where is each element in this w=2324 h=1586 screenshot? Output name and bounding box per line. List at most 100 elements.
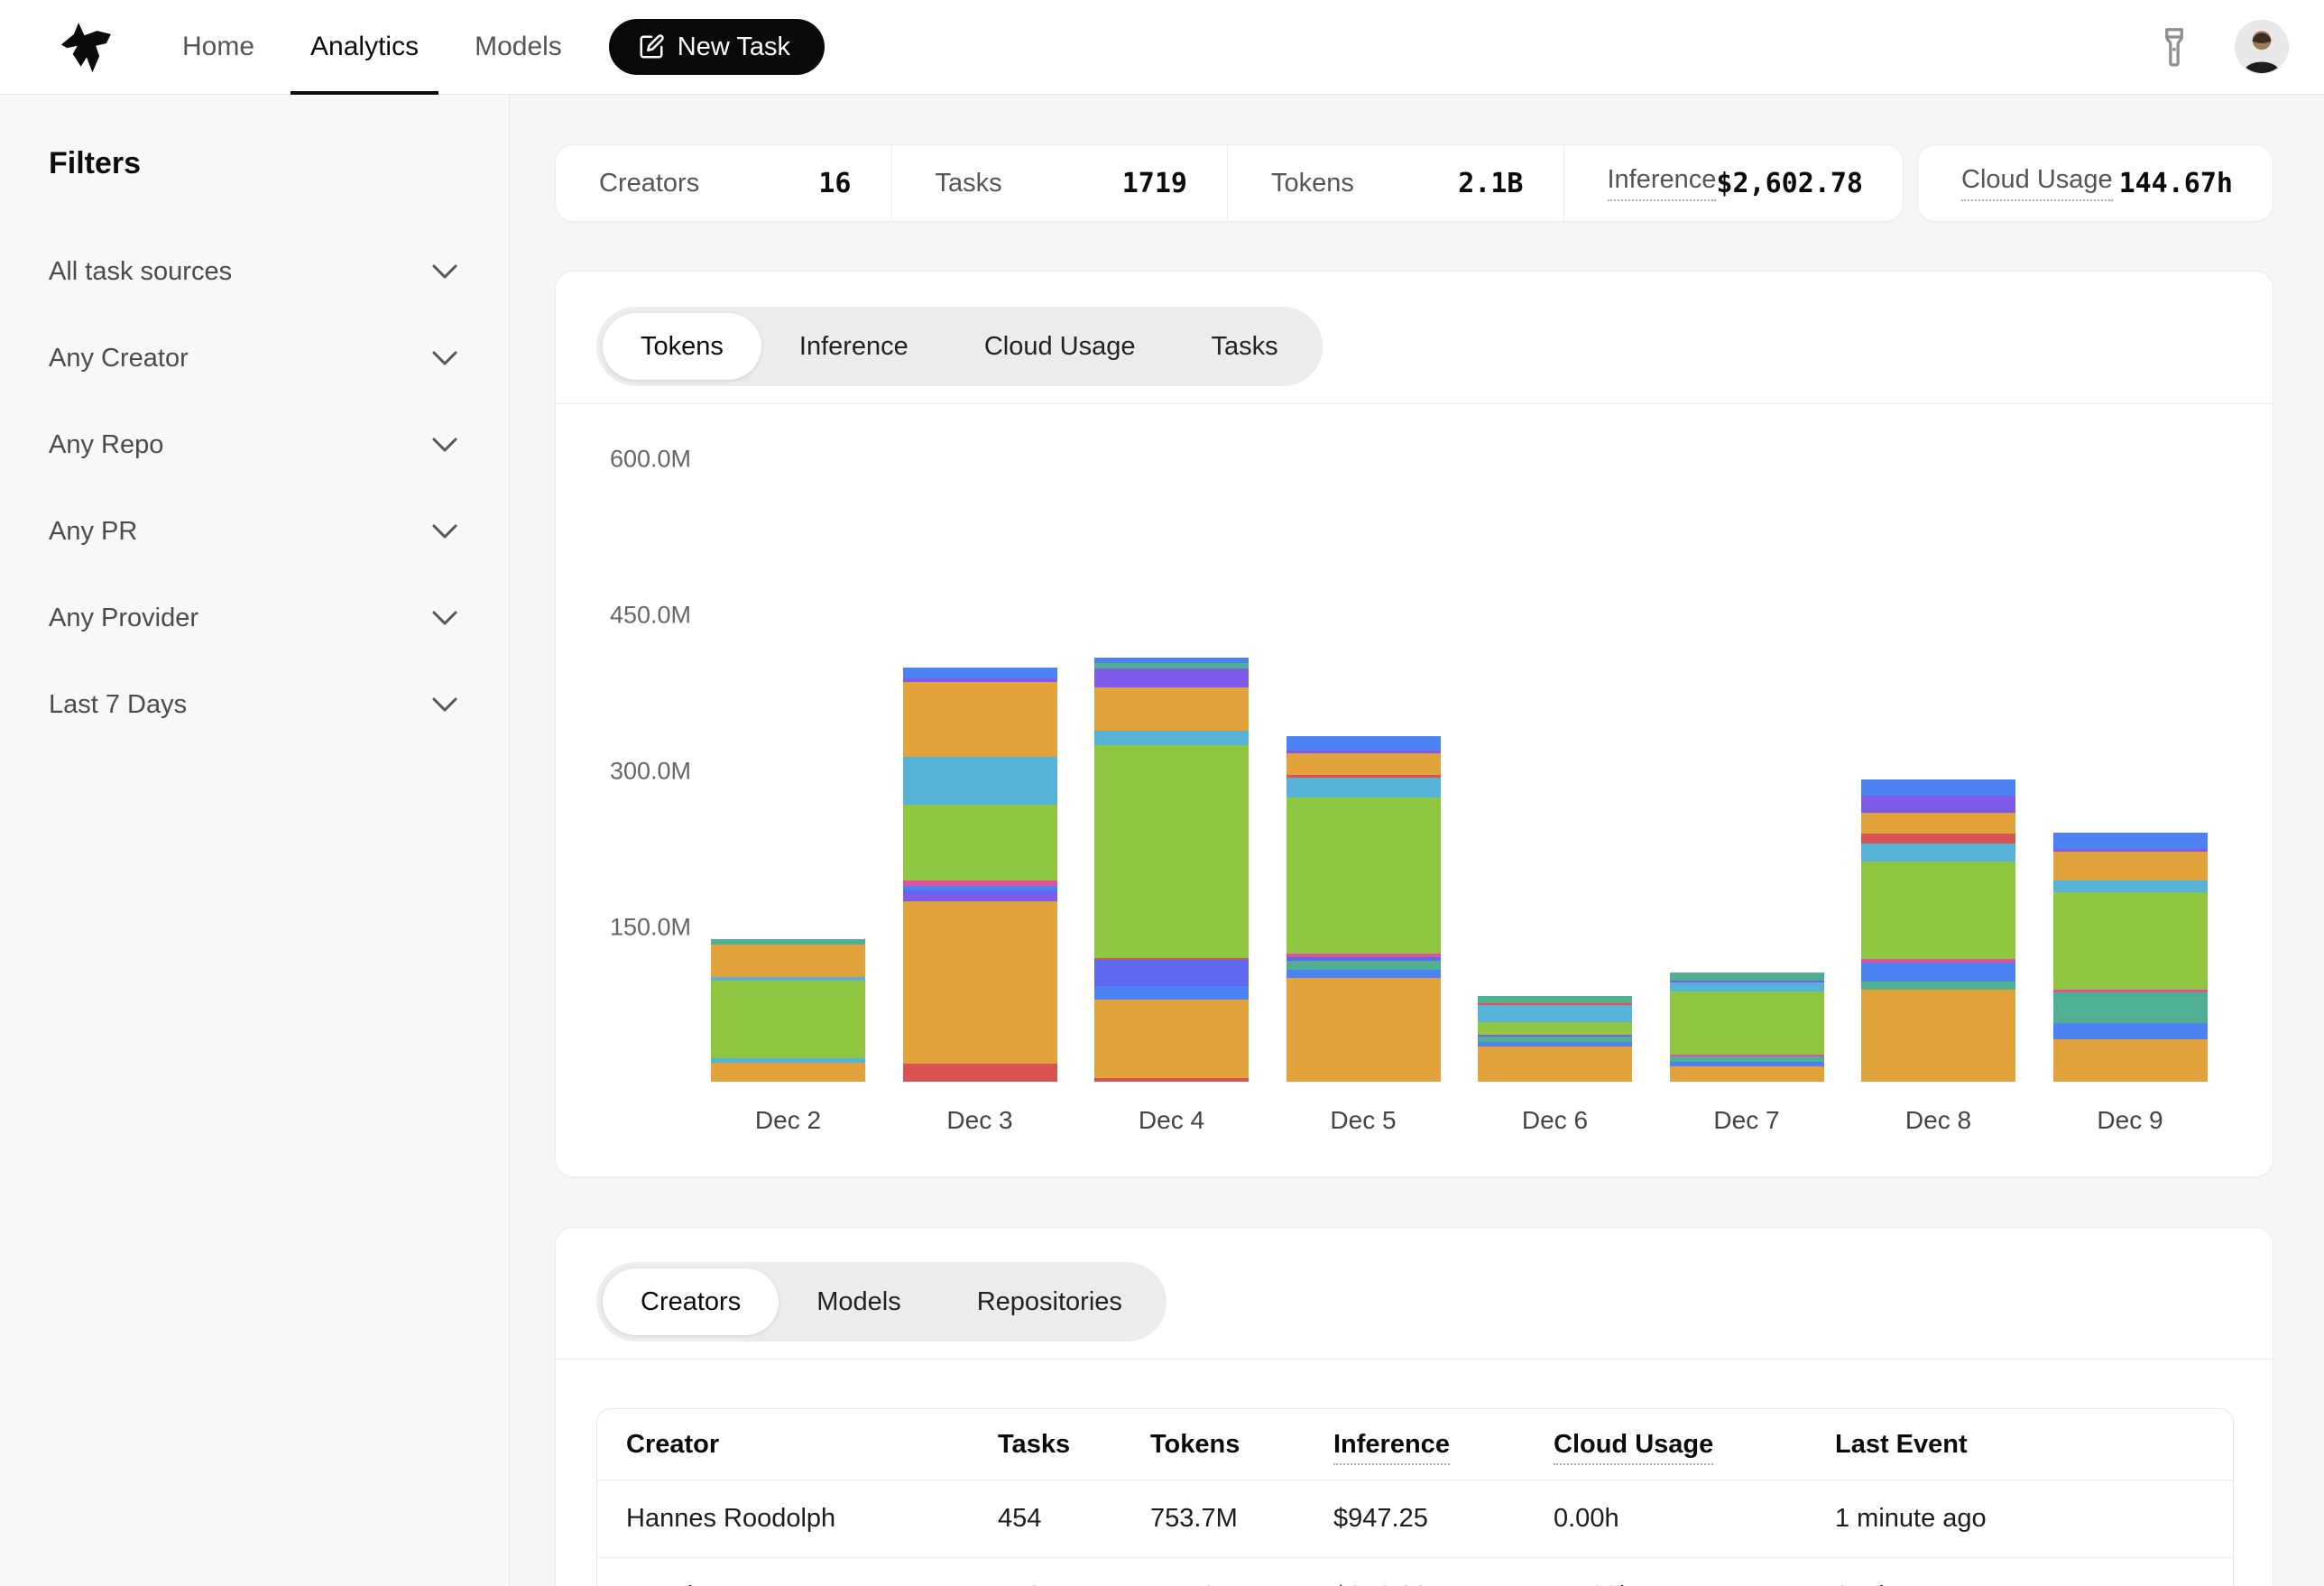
stat-value: 16 — [818, 168, 851, 199]
column-header-creator: Creator — [626, 1430, 719, 1460]
y-axis-tick-600m: 600.0M — [583, 446, 691, 474]
stat-value: 144.67h — [2119, 168, 2233, 199]
user-avatar[interactable] — [2236, 21, 2288, 73]
breakdown-tab-models[interactable]: Models — [779, 1268, 939, 1335]
table-row-rooviewer[interactable]: Rooviewer440544.3M$376.2875.23h3 minutes… — [597, 1557, 2233, 1586]
bar-dec-3[interactable] — [903, 668, 1057, 1082]
table-header-row: CreatorTasksTokensInferenceCloud UsageLa… — [597, 1409, 2233, 1480]
y-axis-tick-150m: 150.0M — [583, 914, 691, 942]
stat-label: Creators — [599, 169, 699, 198]
usage-chart-card: TokensInferenceCloud UsageTasks 150.0M30… — [555, 271, 2273, 1177]
chart-metric-tabs: TokensInferenceCloud UsageTasks — [596, 307, 1323, 386]
flashlight-icon[interactable] — [2154, 25, 2194, 69]
cell-cloud-usage: 75.23h — [1554, 1581, 1835, 1586]
stat-tokens: Tokens 2.1B — [1227, 145, 1563, 221]
cell-tasks: 454 — [998, 1504, 1150, 1534]
column-header-label: Tasks — [998, 1430, 1070, 1459]
bar-segment-teal — [1286, 961, 1441, 970]
filter-label: Any Creator — [49, 344, 189, 373]
bar-segment-blue — [1861, 963, 2015, 982]
breakdown-tab-creators[interactable]: Creators — [603, 1268, 779, 1335]
stat-label[interactable]: Inference — [1608, 165, 1717, 201]
bar-segment-purple — [1094, 669, 1249, 687]
chevron-down-icon — [431, 610, 458, 626]
bar-segment-orange — [1094, 1000, 1249, 1078]
new-task-label: New Task — [678, 32, 790, 62]
bar-dec-7[interactable] — [1670, 973, 1824, 1082]
cell-tokens: 753.7M — [1150, 1504, 1333, 1534]
chart-tab-tokens[interactable]: Tokens — [603, 313, 761, 380]
filter-all-task-sources[interactable]: All task sources — [0, 228, 509, 315]
stat-tasks: Tasks1719 — [891, 145, 1228, 221]
stat-value: $2,602.78 — [1716, 168, 1863, 199]
bar-segment-orange — [1094, 687, 1249, 731]
column-header-inference[interactable]: Inference — [1333, 1430, 1450, 1460]
bar-segment-orange — [1861, 990, 2015, 1082]
filter-any-pr[interactable]: Any PR — [0, 488, 509, 575]
x-axis-label-dec-5: Dec 5 — [1286, 1106, 1441, 1135]
top-nav: Home Analytics Models New Task — [0, 0, 2324, 95]
column-header-label: Creator — [626, 1430, 719, 1459]
bar-segment-green — [1861, 862, 2015, 959]
chevron-down-icon — [431, 523, 458, 539]
bar-segment-orange — [2053, 852, 2208, 881]
column-header-cloud-usage[interactable]: Cloud Usage — [1554, 1430, 1713, 1460]
cell-inference: $376.28 — [1333, 1581, 1554, 1586]
nav-link-models[interactable]: Models — [475, 0, 562, 95]
breakdown-tab-repositories[interactable]: Repositories — [939, 1268, 1160, 1335]
column-header-label: Tokens — [1150, 1430, 1240, 1459]
stat-label[interactable]: Cloud Usage — [1961, 165, 2113, 201]
cell-last-event: 3 minutes ago — [1835, 1581, 2233, 1586]
bar-segment-blue — [2053, 833, 2208, 849]
bar-dec-9[interactable] — [2053, 833, 2208, 1082]
bar-segment-blue — [1861, 779, 2015, 796]
bar-segment-orange — [1478, 1047, 1632, 1082]
kangaroo-logo[interactable] — [58, 19, 132, 75]
bar-segment-sky — [1670, 982, 1824, 992]
bar-segment-orange — [1286, 978, 1441, 1082]
bar-segment-teal — [2053, 992, 2208, 1023]
breakdown-card: CreatorsModelsRepositories Creator Tasks T… — [555, 1227, 2273, 1586]
filter-last-7-days[interactable]: Last 7 Days — [0, 661, 509, 748]
stat-cloud-usage: Cloud Usage144.67h — [1918, 145, 2273, 221]
y-axis-tick-450m: 450.0M — [583, 602, 691, 630]
bar-segment-green — [1478, 1022, 1632, 1035]
bar-segment-orange — [1670, 1066, 1824, 1082]
table-row-hannes-roodolph[interactable]: Hannes Roodolph454753.7M$947.250.00h1 mi… — [597, 1480, 2233, 1557]
chart-tab-inference[interactable]: Inference — [761, 313, 946, 380]
x-axis-label-dec-8: Dec 8 — [1861, 1106, 2015, 1135]
filter-any-repo[interactable]: Any Repo — [0, 401, 509, 488]
bar-segment-green — [903, 805, 1057, 881]
bar-dec-4[interactable] — [1094, 658, 1249, 1082]
nav-link-analytics[interactable]: Analytics — [310, 0, 419, 95]
filter-any-provider[interactable]: Any Provider — [0, 575, 509, 661]
bar-segment-orange — [711, 1063, 865, 1082]
x-axis-label-dec-2: Dec 2 — [711, 1106, 865, 1135]
bar-segment-sky — [1861, 844, 2015, 862]
chart-tab-tasks[interactable]: Tasks — [1173, 313, 1315, 380]
bar-segment-green — [1094, 745, 1249, 958]
bar-dec-6[interactable] — [1478, 996, 1632, 1082]
x-axis-label-dec-6: Dec 6 — [1478, 1106, 1632, 1135]
stat-value: 2.1B — [1458, 168, 1523, 199]
cell-tasks: 440 — [998, 1581, 1150, 1586]
user-avatar-image — [2236, 21, 2288, 73]
nav-right — [2154, 21, 2288, 73]
nav-link-home[interactable]: Home — [182, 0, 254, 95]
filter-label: Any Repo — [49, 430, 163, 460]
column-header-tokens: Tokens — [1150, 1430, 1240, 1460]
filter-label: All task sources — [49, 257, 232, 287]
bar-segment-blue — [1286, 970, 1441, 978]
filters-title: Filters — [49, 146, 509, 181]
filter-any-creator[interactable]: Any Creator — [0, 315, 509, 401]
bar-dec-8[interactable] — [1861, 779, 2015, 1082]
stat-creators: Creators 16 — [556, 145, 891, 221]
chart-tab-cloud-usage[interactable]: Cloud Usage — [946, 313, 1174, 380]
bar-dec-2[interactable] — [711, 939, 865, 1082]
stat-label: Tokens — [1271, 169, 1354, 198]
bar-segment-orange — [903, 901, 1057, 1064]
bar-segment-blue — [2053, 1023, 2208, 1039]
bar-dec-5[interactable] — [1286, 736, 1441, 1082]
bar-segment-orange — [903, 682, 1057, 757]
new-task-button[interactable]: New Task — [609, 19, 825, 75]
